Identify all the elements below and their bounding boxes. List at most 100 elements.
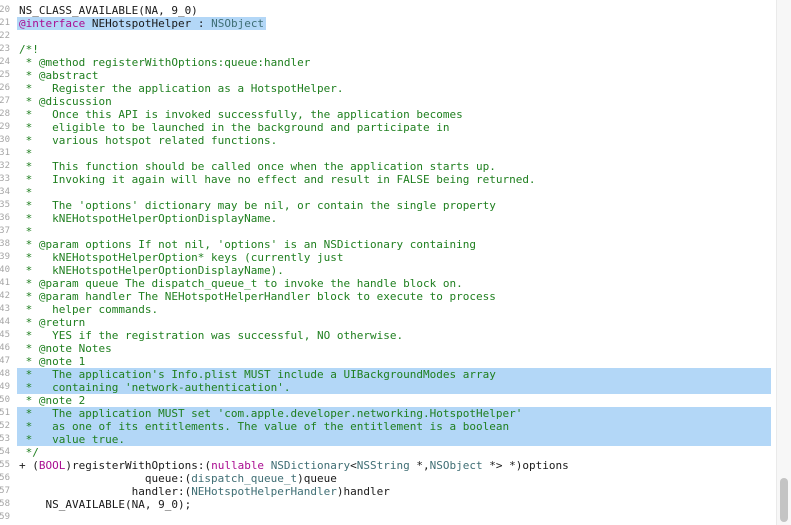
code-line[interactable]: 56 queue:(dispatch_queue_t)queue [0, 472, 791, 485]
code-line[interactable]: 25 * @abstract [0, 69, 791, 82]
code-text[interactable]: * This function should be called once wh… [19, 160, 496, 173]
code-line[interactable]: 35 * The 'options' dictionary may be nil… [0, 199, 791, 212]
code-text[interactable]: * kNEHotspotHelperOptionDisplayName. [19, 212, 278, 225]
code-text[interactable]: */ [19, 446, 39, 459]
code-text[interactable]: * as one of its entitlements. The value … [19, 420, 509, 433]
code-text[interactable]: * @return [19, 316, 86, 329]
code-text[interactable]: /*! [19, 43, 39, 56]
vertical-scrollbar-track[interactable] [776, 0, 791, 525]
code-text[interactable]: * Once this API is invoked successfully,… [19, 108, 463, 121]
code-token: * value true. [19, 433, 125, 446]
code-line[interactable]: 31 * [0, 147, 791, 160]
code-line[interactable]: 57 handler:(NEHotspotHelperHandler)handl… [0, 485, 791, 498]
code-text[interactable]: * YES if the registration was successful… [19, 329, 404, 342]
code-text[interactable]: * @discussion [19, 95, 112, 108]
code-line[interactable]: 46 * @note Notes [0, 342, 791, 355]
code-token: * @note 1 [19, 355, 86, 368]
line-number: 31 [0, 148, 10, 158]
code-editor[interactable]: 20 NS_CLASS_AVAILABLE(NA, 9_0) 21 @interfac… [0, 0, 791, 525]
code-line[interactable]: 24 * @method registerWithOptions:queue:h… [0, 56, 791, 69]
code-token: * containing 'network-authentication'. [19, 381, 291, 394]
code-text[interactable]: * @note Notes [19, 342, 112, 355]
code-line[interactable]: 59 [0, 511, 791, 524]
code-line[interactable]: 38 * @param options If not nil, 'options… [0, 238, 791, 251]
line-number: 53 [0, 434, 10, 444]
code-line[interactable]: 54 */ [0, 446, 791, 459]
code-token: * @discussion [19, 95, 112, 108]
code-text[interactable]: * @method registerWithOptions:queue:hand… [19, 56, 311, 69]
code-token: * kNEHotspotHelperOptionDisplayName). [19, 264, 284, 277]
code-line[interactable]: 44 * @return [0, 316, 791, 329]
code-line[interactable]: 28 * Once this API is invoked successful… [0, 108, 791, 121]
line-number: 43 [0, 304, 10, 314]
code-line[interactable]: 41 * @param queue The dispatch_queue_t t… [0, 277, 791, 290]
line-number: 45 [0, 330, 10, 340]
code-text[interactable]: @interface NEHotspotHelper : NSObject [19, 17, 264, 30]
code-line[interactable]: 51 * The application MUST set 'com.apple… [0, 407, 791, 420]
code-line[interactable]: 20 NS_CLASS_AVAILABLE(NA, 9_0) [0, 4, 791, 17]
code-line[interactable]: 49 * containing 'network-authentication'… [0, 381, 791, 394]
code-token: * @note Notes [19, 342, 112, 355]
code-text[interactable]: NS_AVAILABLE(NA, 9_0); [19, 498, 191, 511]
code-line[interactable]: 21 @interface NEHotspotHelper : NSObject [0, 17, 791, 30]
code-text[interactable]: * The application's Info.plist MUST incl… [19, 368, 496, 381]
line-number: 32 [0, 161, 10, 171]
code-token: * @method registerWithOptions:queue:hand… [19, 56, 311, 69]
code-token: < [350, 459, 357, 472]
code-text[interactable]: + (BOOL)registerWithOptions:(nullable NS… [19, 459, 569, 472]
code-line[interactable]: 37 * [0, 225, 791, 238]
code-line[interactable]: 30 * various hotspot related functions. [0, 134, 791, 147]
code-line[interactable]: 22 [0, 30, 791, 43]
code-text[interactable]: * @abstract [19, 69, 99, 82]
code-text[interactable]: * containing 'network-authentication'. [19, 381, 291, 394]
code-token: * @abstract [19, 69, 99, 82]
code-text[interactable]: queue:(dispatch_queue_t)queue [19, 472, 337, 485]
code-line[interactable]: 36 * kNEHotspotHelperOptionDisplayName. [0, 212, 791, 225]
code-text[interactable]: * eligible to be launched in the backgro… [19, 121, 450, 134]
code-line[interactable]: 58 NS_AVAILABLE(NA, 9_0); [0, 498, 791, 511]
code-line[interactable]: 43 * helper commands. [0, 303, 791, 316]
code-line[interactable]: 26 * Register the application as a Hotsp… [0, 82, 791, 95]
code-line[interactable]: 55 + (BOOL)registerWithOptions:(nullable … [0, 459, 791, 472]
code-text[interactable]: * @note 1 [19, 355, 86, 368]
code-line[interactable]: 29 * eligible to be launched in the back… [0, 121, 791, 134]
code-line[interactable]: 48 * The application's Info.plist MUST i… [0, 368, 791, 381]
code-line[interactable]: 32 * This function should be called once… [0, 160, 791, 173]
code-text[interactable]: * various hotspot related functions. [19, 134, 278, 147]
code-text[interactable]: * @param handler The NEHotspotHelperHand… [19, 290, 496, 303]
code-text[interactable]: * helper commands. [19, 303, 158, 316]
code-text[interactable]: NS_CLASS_AVAILABLE(NA, 9_0) [19, 4, 198, 17]
code-line[interactable]: 39 * kNEHotspotHelperOption* keys (curre… [0, 251, 791, 264]
vertical-scrollbar-thumb[interactable] [780, 478, 788, 522]
code-token: NSDictionary [270, 459, 351, 472]
code-line[interactable]: 33 * Invoking it again will have no effe… [0, 173, 791, 186]
code-line[interactable]: 50 * @note 2 [0, 394, 791, 407]
code-text[interactable]: * @note 2 [19, 394, 86, 407]
code-line[interactable]: 40 * kNEHotspotHelperOptionDisplayName). [0, 264, 791, 277]
code-text[interactable]: * kNEHotspotHelperOption* keys (currentl… [19, 251, 344, 264]
code-token: * @return [19, 316, 86, 329]
code-text[interactable]: * [19, 225, 33, 238]
code-line[interactable]: 27 * @discussion [0, 95, 791, 108]
code-text[interactable]: * [19, 186, 33, 199]
code-text[interactable]: * The 'options' dictionary may be nil, o… [19, 199, 496, 212]
code-text[interactable]: * Invoking it again will have no effect … [19, 173, 536, 186]
code-line[interactable]: 23 /*! [0, 43, 791, 56]
code-text[interactable]: * [19, 147, 33, 160]
code-line[interactable]: 53 * value true. [0, 433, 791, 446]
code-text[interactable]: * @param queue The dispatch_queue_t to i… [19, 277, 463, 290]
code-text[interactable]: * Register the application as a HotspotH… [19, 82, 344, 95]
code-text[interactable]: * The application MUST set 'com.apple.de… [19, 407, 523, 420]
code-line[interactable]: 47 * @note 1 [0, 355, 791, 368]
code-line[interactable]: 42 * @param handler The NEHotspotHelperH… [0, 290, 791, 303]
code-token: * @note 2 [19, 394, 86, 407]
code-text[interactable]: * kNEHotspotHelperOptionDisplayName). [19, 264, 284, 277]
code-line[interactable]: 45 * YES if the registration was success… [0, 329, 791, 342]
code-token: * Once this API is invoked successfully,… [19, 108, 463, 121]
code-line[interactable]: 52 * as one of its entitlements. The val… [0, 420, 791, 433]
code-text[interactable]: handler:(NEHotspotHelperHandler)handler [19, 485, 390, 498]
code-text[interactable]: * @param options If not nil, 'options' i… [19, 238, 476, 251]
code-text[interactable]: * value true. [19, 433, 125, 446]
code-line[interactable]: 34 * [0, 186, 791, 199]
code-token: * The application MUST set 'com.apple.de… [19, 407, 523, 420]
